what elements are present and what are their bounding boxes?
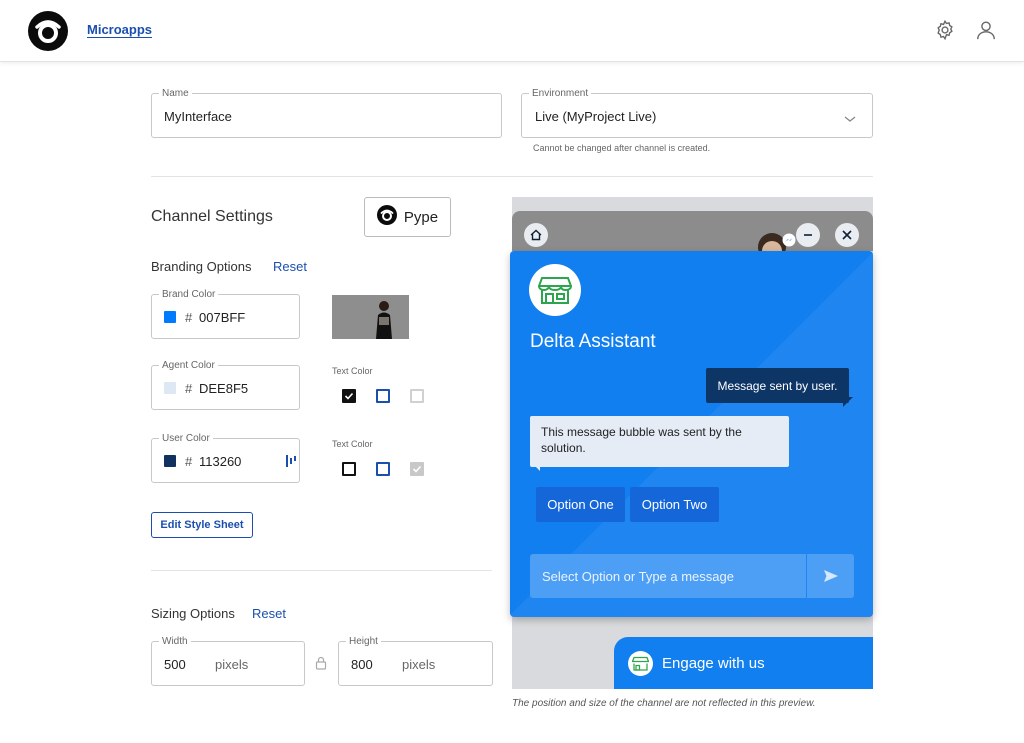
agent-text-blue-checkbox[interactable] <box>376 389 390 403</box>
send-icon[interactable] <box>807 554 854 598</box>
environment-label: Environment <box>529 88 592 99</box>
brand-color-label: Brand Color <box>159 289 219 300</box>
name-input[interactable]: MyInterface <box>164 109 232 124</box>
color-picker-icon[interactable] <box>286 454 296 468</box>
pype-button[interactable]: Pype <box>364 197 451 237</box>
user-text-white-checkbox[interactable] <box>410 462 424 476</box>
sizing-options-title: Sizing Options <box>151 606 235 621</box>
gear-icon[interactable] <box>934 19 956 41</box>
option-two-button[interactable]: Option Two <box>630 487 719 522</box>
engage-launcher-button[interactable]: Engage with us <box>614 637 873 689</box>
microapps-link[interactable]: Microapps <box>87 22 152 37</box>
pype-logo-icon[interactable] <box>28 11 68 51</box>
agent-text-color-label: Text Color <box>332 366 373 376</box>
store-icon <box>529 264 581 316</box>
option-one-button[interactable]: Option One <box>536 487 625 522</box>
width-input[interactable]: 500 <box>164 657 186 672</box>
top-bar <box>0 0 1024 62</box>
assistant-name: Delta Assistant <box>530 331 656 352</box>
agent-color-swatch[interactable] <box>164 382 176 394</box>
agent-text-white-checkbox[interactable] <box>410 389 424 403</box>
home-icon[interactable] <box>524 223 548 247</box>
user-color-label: User Color <box>159 433 213 444</box>
agent-avatar-thumbnail[interactable] <box>332 295 409 339</box>
user-icon[interactable] <box>975 19 997 41</box>
store-icon <box>628 650 653 676</box>
pype-logo-icon <box>376 205 397 229</box>
engage-label: Engage with us <box>662 654 765 672</box>
brand-color-swatch[interactable] <box>164 311 176 323</box>
channel-settings-title: Channel Settings <box>151 208 273 225</box>
sizing-reset-link[interactable]: Reset <box>252 606 286 621</box>
brand-color-hash: # <box>185 310 193 325</box>
user-text-black-checkbox[interactable] <box>342 462 356 476</box>
messenger-icon <box>782 233 796 247</box>
agent-color-label: Agent Color <box>159 360 218 371</box>
divider <box>151 176 873 177</box>
user-color-swatch[interactable] <box>164 455 176 467</box>
bot-message-bubble: This message bubble was sent by the solu… <box>530 416 789 467</box>
bot-bubble-tail <box>530 461 540 471</box>
pype-button-label: Pype <box>403 208 439 226</box>
minimize-icon[interactable] <box>796 223 820 247</box>
branding-options-title: Branding Options <box>151 259 252 274</box>
user-text-blue-checkbox[interactable] <box>376 462 390 476</box>
agent-color-input[interactable]: DEE8F5 <box>199 381 248 396</box>
width-label: Width <box>159 636 191 647</box>
user-color-input[interactable]: 113260 <box>199 454 241 469</box>
user-text-color-label: Text Color <box>332 439 373 449</box>
agent-text-black-checkbox[interactable] <box>342 389 356 403</box>
close-icon[interactable] <box>835 223 859 247</box>
user-bubble-tail <box>843 397 853 407</box>
agent-color-hash: # <box>185 381 193 396</box>
environment-hint: Cannot be changed after channel is creat… <box>533 143 711 153</box>
height-label: Height <box>346 636 381 647</box>
user-message-bubble: Message sent by user. <box>706 368 849 403</box>
height-input[interactable]: 800 <box>351 657 373 672</box>
chevron-down-icon[interactable] <box>843 111 857 122</box>
height-unit: pixels <box>402 657 436 672</box>
brand-color-input[interactable]: 007BFF <box>199 310 245 325</box>
preview-note: The position and size of the channel are… <box>512 698 816 709</box>
width-unit: pixels <box>215 657 249 672</box>
name-label: Name <box>159 88 192 99</box>
chat-window: Delta Assistant Message sent by user. Th… <box>510 251 873 617</box>
branding-reset-link[interactable]: Reset <box>273 259 307 274</box>
edit-style-sheet-button[interactable]: Edit Style Sheet <box>151 512 253 538</box>
divider <box>151 570 492 571</box>
lock-icon[interactable] <box>315 656 327 670</box>
user-color-hash: # <box>185 454 193 469</box>
environment-value: Live (MyProject Live) <box>535 109 657 124</box>
chat-message-input[interactable]: Select Option or Type a message <box>530 554 806 598</box>
